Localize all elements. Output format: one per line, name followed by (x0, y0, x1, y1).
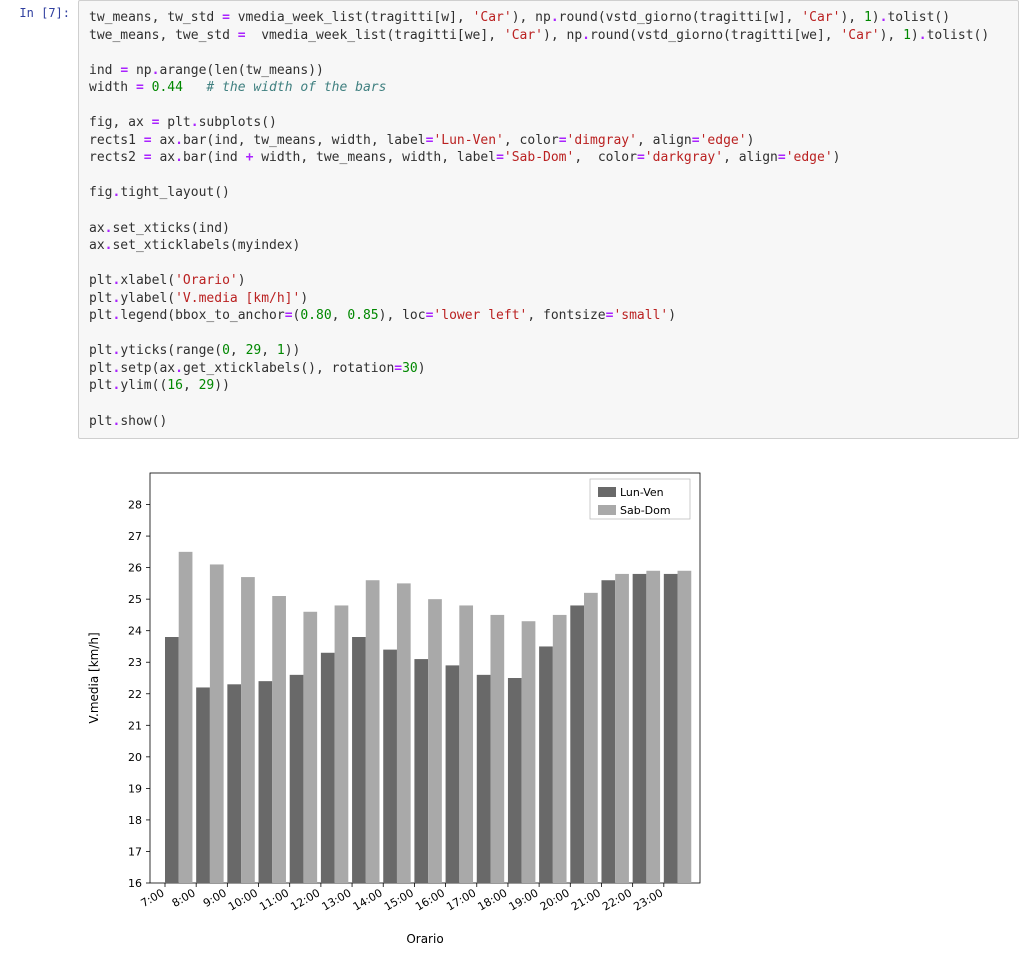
output-area: 16 17 18 19 20 21 22 23 24 25 26 27 28 7:008:009:0010… (70, 439, 1019, 953)
svg-text:16:00: 16:00 (413, 886, 447, 913)
svg-text:24: 24 (128, 625, 142, 638)
svg-text:17: 17 (128, 846, 142, 859)
svg-text:12:00: 12:00 (288, 886, 322, 913)
code-cell: In [7]: tw_means, tw_std = vmedia_week_l… (0, 0, 1019, 439)
svg-text:23:00: 23:00 (631, 886, 665, 913)
svg-text:17:00: 17:00 (444, 886, 478, 913)
bar-chart: 16 17 18 19 20 21 22 23 24 25 26 27 28 7:008:009:0010… (80, 453, 710, 953)
svg-text:18:00: 18:00 (475, 886, 509, 913)
svg-text:27: 27 (128, 530, 142, 543)
svg-text:20:00: 20:00 (538, 886, 572, 913)
svg-text:19: 19 (128, 783, 142, 796)
svg-text:Sab-Dom: Sab-Dom (620, 504, 671, 517)
svg-text:7:00: 7:00 (139, 886, 167, 910)
svg-text:10:00: 10:00 (226, 886, 260, 913)
svg-text:V.media [km/h]: V.media [km/h] (87, 632, 101, 723)
svg-text:25: 25 (128, 593, 142, 606)
svg-text:15:00: 15:00 (382, 886, 416, 913)
svg-text:21:00: 21:00 (569, 886, 603, 913)
svg-text:14:00: 14:00 (351, 886, 385, 913)
svg-text:23: 23 (128, 656, 142, 669)
svg-text:28: 28 (128, 499, 142, 512)
svg-text:Orario: Orario (406, 932, 443, 946)
svg-text:13:00: 13:00 (320, 886, 354, 913)
svg-text:22: 22 (128, 688, 142, 701)
svg-text:9:00: 9:00 (201, 886, 229, 910)
svg-text:20: 20 (128, 751, 142, 764)
code-input[interactable]: tw_means, tw_std = vmedia_week_list(trag… (78, 0, 1019, 439)
chart-svg: 16 17 18 19 20 21 22 23 24 25 26 27 28 7:008:009:0010… (80, 453, 710, 953)
svg-text:18: 18 (128, 814, 142, 827)
svg-text:Lun-Ven: Lun-Ven (620, 486, 664, 499)
svg-text:8:00: 8:00 (170, 886, 198, 910)
svg-text:16: 16 (128, 877, 142, 890)
svg-text:11:00: 11:00 (257, 886, 291, 913)
svg-text:26: 26 (128, 562, 142, 575)
svg-text:22:00: 22:00 (600, 886, 634, 913)
input-prompt: In [7]: (0, 0, 78, 20)
svg-text:21: 21 (128, 719, 142, 732)
svg-text:19:00: 19:00 (507, 886, 541, 913)
